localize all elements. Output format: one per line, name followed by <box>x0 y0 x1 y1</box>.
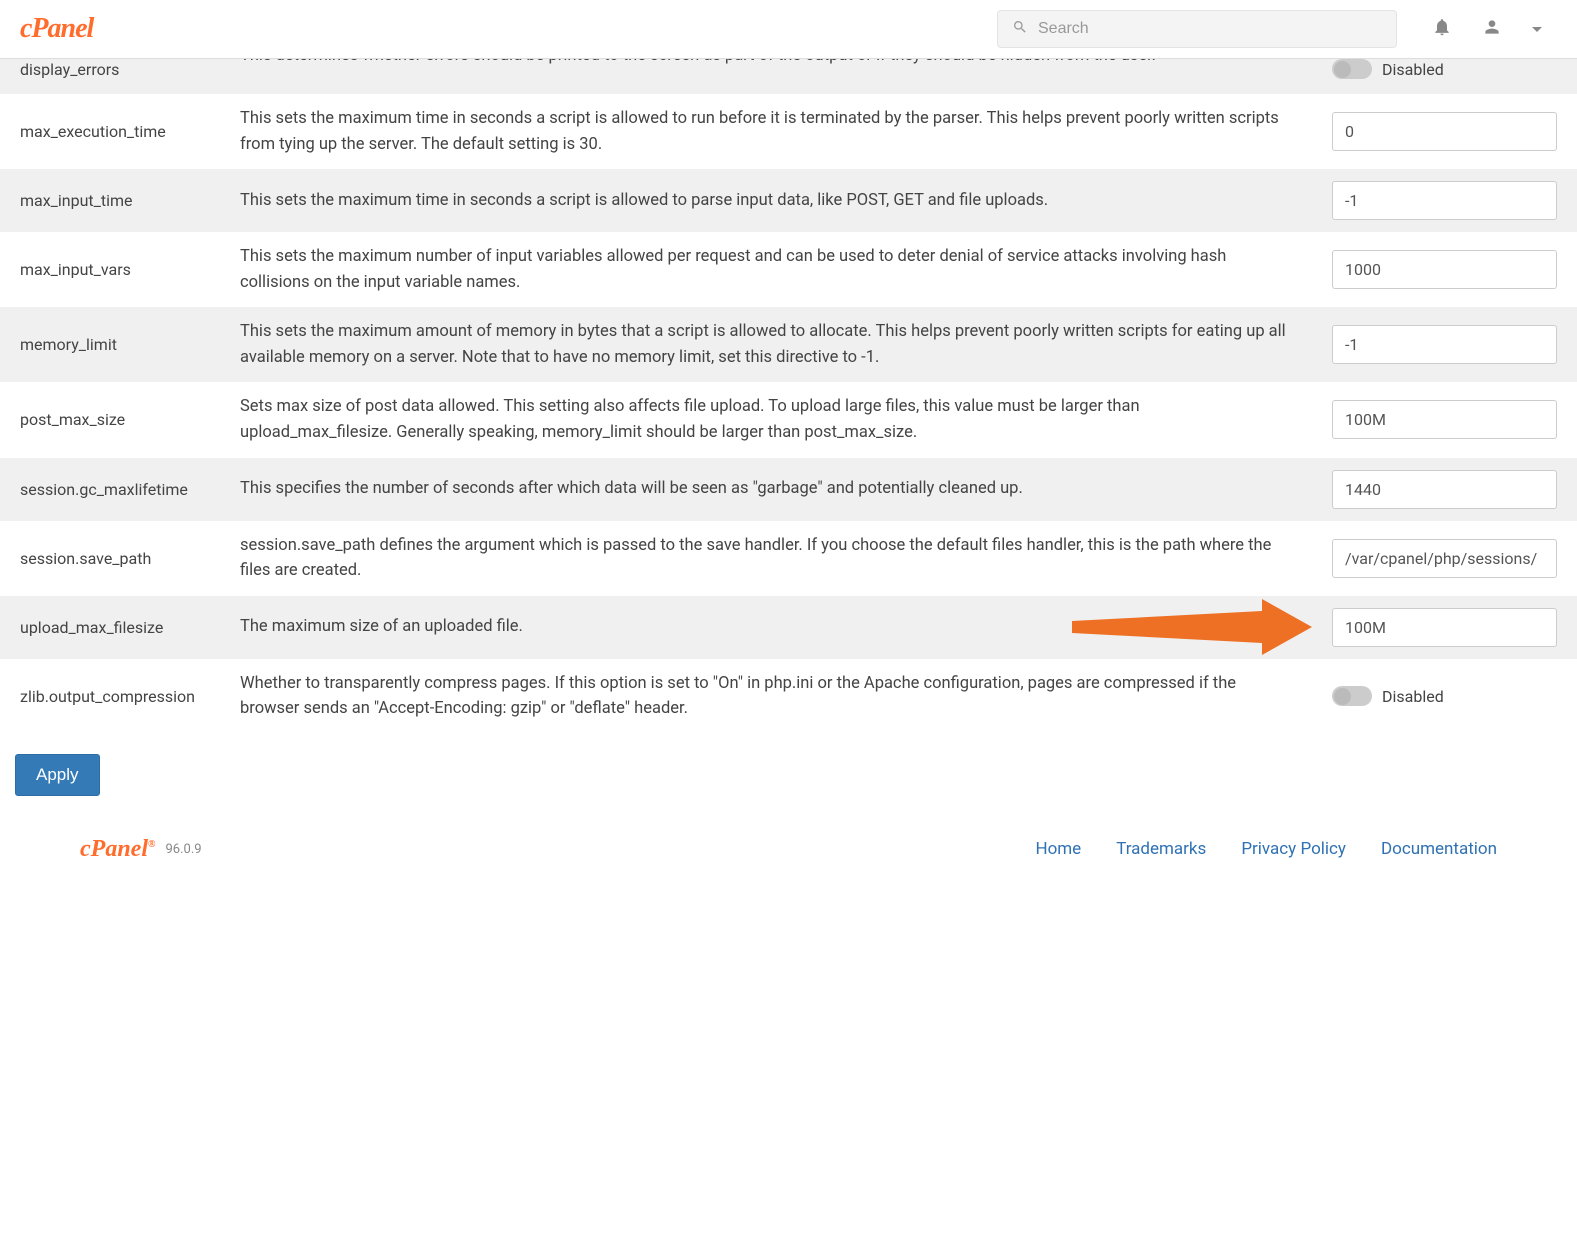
setting-name: max_execution_time <box>0 94 220 169</box>
setting-value-cell <box>1312 458 1577 521</box>
notifications-icon[interactable] <box>1432 17 1452 41</box>
setting-description: This determines whether errors should be… <box>220 59 1312 94</box>
setting-row: upload_max_filesizeThe maximum size of a… <box>0 596 1577 659</box>
setting-row: session.save_pathsession.save_path defin… <box>0 521 1577 596</box>
setting-input[interactable] <box>1332 470 1557 509</box>
php-settings-table: display_errorsThis determines whether er… <box>0 59 1577 734</box>
footer-link-trademarks[interactable]: Trademarks <box>1116 839 1206 859</box>
setting-description: This sets the maximum amount of memory i… <box>220 307 1312 382</box>
cpanel-logo: cPanel <box>20 13 93 45</box>
setting-name: max_input_time <box>0 169 220 232</box>
setting-row: max_input_varsThis sets the maximum numb… <box>0 232 1577 307</box>
settings-content: display_errorsThis determines whether er… <box>0 59 1577 734</box>
cpanel-footer-logo: cPanel® <box>80 836 155 863</box>
footer-link-documentation[interactable]: Documentation <box>1381 839 1497 859</box>
apply-button[interactable]: Apply <box>15 754 100 796</box>
header-icons <box>1417 17 1557 41</box>
setting-toggle[interactable] <box>1332 686 1372 706</box>
toggle-state-label: Disabled <box>1382 60 1444 79</box>
app-header: cPanel <box>0 0 1577 59</box>
setting-description: The maximum size of an uploaded file. <box>220 596 1312 659</box>
setting-row: display_errorsThis determines whether er… <box>0 59 1577 94</box>
setting-row: memory_limitThis sets the maximum amount… <box>0 307 1577 382</box>
setting-name: session.save_path <box>0 521 220 596</box>
setting-row: max_input_timeThis sets the maximum time… <box>0 169 1577 232</box>
setting-value-cell <box>1312 94 1577 169</box>
setting-name: display_errors <box>0 59 220 94</box>
toggle-state-label: Disabled <box>1382 687 1444 706</box>
setting-input[interactable] <box>1332 181 1557 220</box>
setting-input[interactable] <box>1332 325 1557 364</box>
setting-input[interactable] <box>1332 112 1557 151</box>
setting-name: session.gc_maxlifetime <box>0 458 220 521</box>
setting-value-cell: Disabled <box>1312 659 1577 734</box>
setting-value-cell <box>1312 307 1577 382</box>
setting-name: upload_max_filesize <box>0 596 220 659</box>
setting-input[interactable] <box>1332 400 1557 439</box>
setting-name: post_max_size <box>0 382 220 457</box>
setting-row: max_execution_timeThis sets the maximum … <box>0 94 1577 169</box>
search-input[interactable] <box>1038 20 1382 38</box>
setting-toggle[interactable] <box>1332 59 1372 79</box>
setting-input[interactable] <box>1332 539 1557 578</box>
apply-bar: Apply <box>0 734 1577 826</box>
setting-row: session.gc_maxlifetimeThis specifies the… <box>0 458 1577 521</box>
footer: cPanel® 96.0.9 Home Trademarks Privacy P… <box>0 826 1577 893</box>
setting-value-cell <box>1312 596 1577 659</box>
footer-link-privacy[interactable]: Privacy Policy <box>1241 839 1346 859</box>
setting-input[interactable] <box>1332 250 1557 289</box>
setting-name: memory_limit <box>0 307 220 382</box>
setting-value-cell <box>1312 382 1577 457</box>
setting-row: zlib.output_compressionWhether to transp… <box>0 659 1577 734</box>
setting-input[interactable] <box>1332 608 1557 647</box>
version-label: 96.0.9 <box>165 842 201 857</box>
dropdown-caret-icon[interactable] <box>1532 27 1542 32</box>
setting-value-cell <box>1312 232 1577 307</box>
setting-value-cell <box>1312 169 1577 232</box>
setting-row: post_max_sizeSets max size of post data … <box>0 382 1577 457</box>
setting-value-cell: Disabled <box>1312 59 1577 94</box>
footer-links: Home Trademarks Privacy Policy Documenta… <box>1035 839 1497 859</box>
setting-name: zlib.output_compression <box>0 659 220 734</box>
user-icon[interactable] <box>1482 17 1502 41</box>
search-container[interactable] <box>997 10 1397 48</box>
setting-name: max_input_vars <box>0 232 220 307</box>
setting-description: This sets the maximum time in seconds a … <box>220 169 1312 232</box>
setting-description: session.save_path defines the argument w… <box>220 521 1312 596</box>
setting-value-cell <box>1312 521 1577 596</box>
search-icon <box>1012 19 1028 39</box>
footer-link-home[interactable]: Home <box>1035 839 1081 859</box>
setting-description: Sets max size of post data allowed. This… <box>220 382 1312 457</box>
setting-description: This sets the maximum time in seconds a … <box>220 94 1312 169</box>
setting-description: This sets the maximum number of input va… <box>220 232 1312 307</box>
setting-description: This specifies the number of seconds aft… <box>220 458 1312 521</box>
setting-description: Whether to transparently compress pages.… <box>220 659 1312 734</box>
